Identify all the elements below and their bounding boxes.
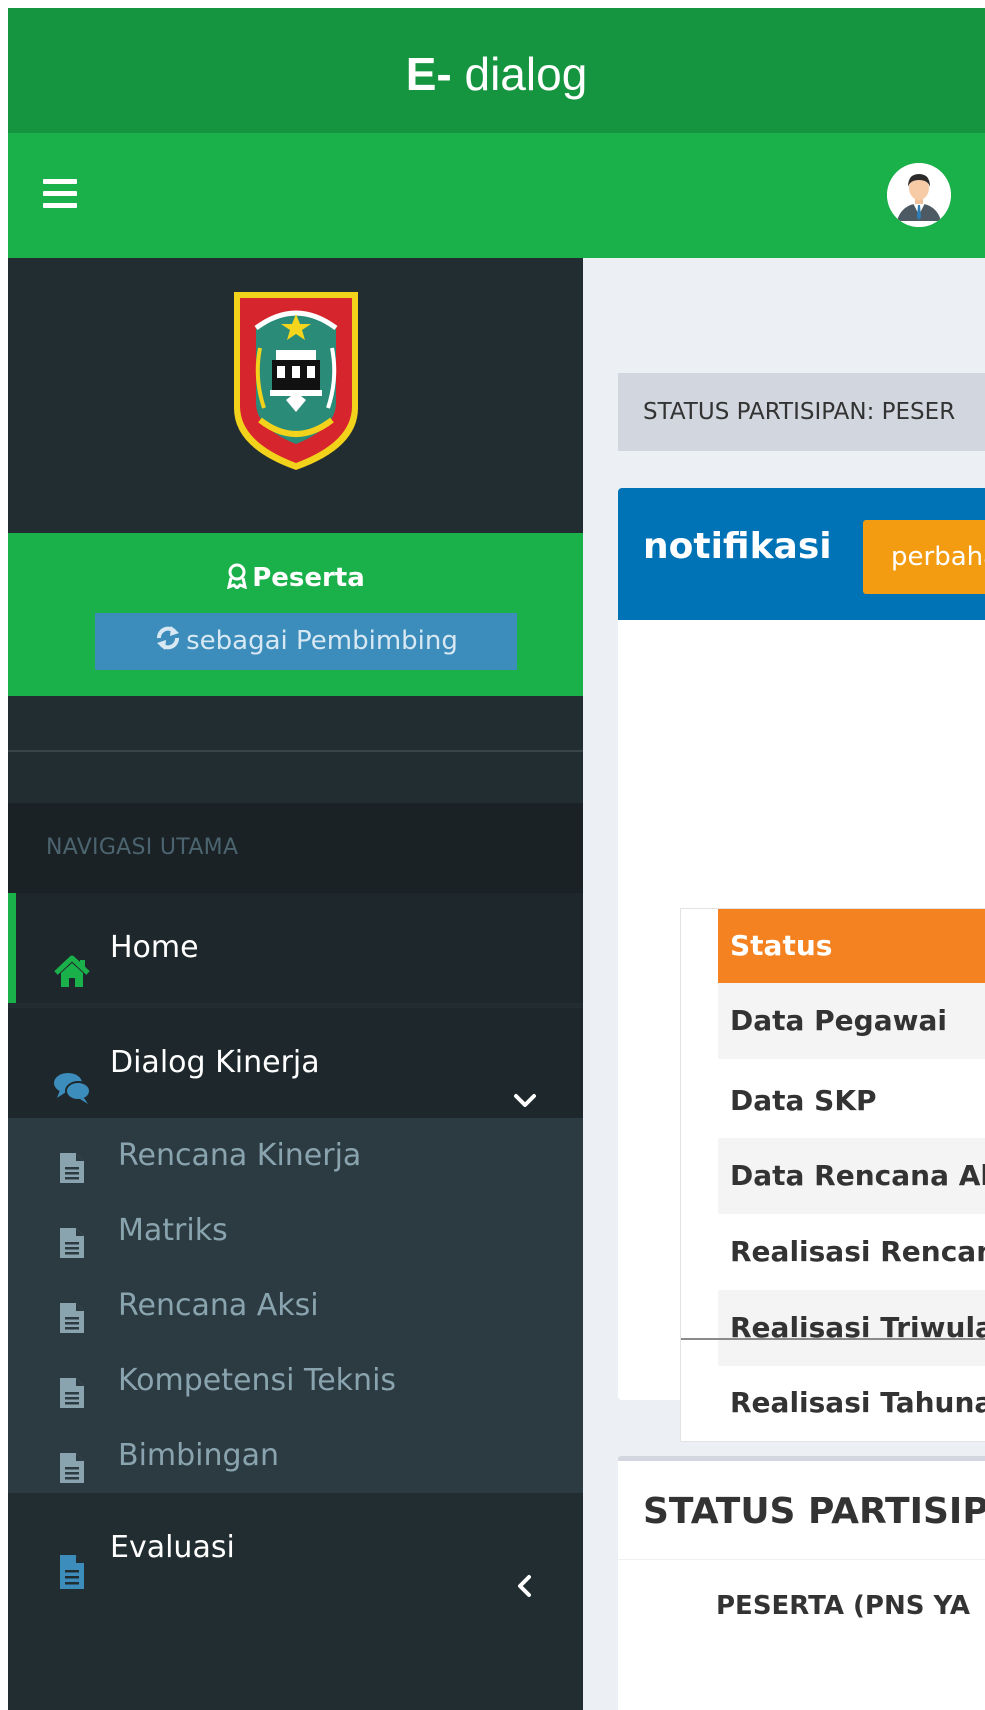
file-text-icon bbox=[58, 1213, 86, 1258]
top-navbar bbox=[8, 133, 985, 258]
table-row: Data SKP bbox=[730, 1084, 877, 1117]
table-row: Realisasi Tahuna bbox=[730, 1386, 985, 1419]
submenu-item-label: Bimbingan bbox=[118, 1438, 279, 1473]
submenu-item-label: Rencana Kinerja bbox=[118, 1138, 362, 1173]
submenu-item-label: Kompetensi Teknis bbox=[118, 1363, 397, 1398]
certificate-icon bbox=[226, 563, 248, 596]
nav-header: NAVIGASI UTAMA bbox=[8, 803, 583, 893]
app-title-bold: E- bbox=[405, 48, 452, 100]
sidebar-item-home[interactable]: Home bbox=[8, 893, 583, 1003]
user-avatar-icon[interactable] bbox=[887, 163, 951, 227]
status-partisipan-box: STATUS PARTISIPA PESERTA (PNS YA bbox=[618, 1456, 985, 1710]
sidebar: Peserta sebagai Pembimbing NAVIGASI UTAM… bbox=[8, 258, 583, 1710]
sidebar-item-evaluasi-label: Evaluasi bbox=[110, 1530, 235, 1565]
table-row: Realisasi Rencan bbox=[730, 1235, 985, 1268]
submenu-item-kompetensi-teknis[interactable]: Kompetensi Teknis bbox=[8, 1343, 583, 1418]
status-partisipan-subtitle: PESERTA (PNS YA bbox=[716, 1591, 970, 1621]
section-divider bbox=[681, 1338, 985, 1340]
status-partisipan-title: STATUS PARTISIPA bbox=[643, 1491, 985, 1532]
file-text-icon bbox=[58, 1438, 86, 1483]
submenu-item-label: Rencana Aksi bbox=[118, 1288, 319, 1323]
chevron-down-icon[interactable] bbox=[512, 1050, 538, 1107]
sidebar-item-dialog-kinerja[interactable]: Dialog Kinerja bbox=[8, 1008, 583, 1118]
notification-box-header: notifikasi perbaha bbox=[618, 488, 985, 620]
user-role: Peserta bbox=[8, 563, 583, 596]
submenu-item-rencana-kinerja[interactable]: Rencana Kinerja bbox=[8, 1118, 583, 1193]
refresh-icon bbox=[154, 616, 182, 673]
status-partisipan-strip: STATUS PARTISIPAN: PESER bbox=[618, 373, 985, 451]
table-row: Data Pegawai bbox=[718, 983, 985, 1059]
sidebar-item-evaluasi[interactable]: Evaluasi bbox=[8, 1493, 583, 1603]
submenu-item-rencana-aksi[interactable]: Rencana Aksi bbox=[8, 1268, 583, 1343]
switch-role-label: sebagai Pembimbing bbox=[186, 626, 458, 656]
sidebar-divider bbox=[8, 750, 583, 752]
logo-area bbox=[8, 258, 583, 533]
sidebar-item-home-label: Home bbox=[110, 930, 199, 965]
dialog-kinerja-submenu: Rencana Kinerja Matriks Rencana Aksi Kom… bbox=[8, 1118, 583, 1493]
chevron-left-icon[interactable] bbox=[512, 1535, 538, 1597]
perbaharui-button[interactable]: perbaha bbox=[863, 520, 985, 594]
app-frame: E- dialog Peserta sebagai Pembimbing NAV… bbox=[8, 8, 985, 1710]
hamburger-icon[interactable] bbox=[43, 179, 77, 209]
file-text-icon bbox=[58, 1138, 86, 1183]
submenu-item-bimbingan[interactable]: Bimbingan bbox=[8, 1418, 583, 1493]
user-role-label: Peserta bbox=[252, 563, 365, 593]
main-content: STATUS PARTISIPAN: PESER notifikasi perb… bbox=[583, 258, 985, 1710]
notification-title: notifikasi bbox=[643, 526, 832, 567]
user-panel: Peserta sebagai Pembimbing bbox=[8, 533, 583, 696]
home-icon bbox=[52, 928, 92, 987]
file-icon bbox=[52, 1528, 92, 1589]
sidebar-spacer bbox=[8, 696, 583, 751]
submenu-item-label: Matriks bbox=[118, 1213, 228, 1248]
sidebar-item-dialog-kinerja-label: Dialog Kinerja bbox=[110, 1045, 320, 1080]
file-text-icon bbox=[58, 1363, 86, 1408]
brand-bar: E- dialog bbox=[8, 8, 985, 133]
app-title-light: dialog bbox=[451, 48, 588, 100]
comments-icon bbox=[52, 1043, 92, 1104]
submenu-item-matriks[interactable]: Matriks bbox=[8, 1193, 583, 1268]
regional-emblem-logo bbox=[230, 288, 362, 473]
file-text-icon bbox=[58, 1288, 86, 1333]
table-row: Realisasi Triwula bbox=[718, 1290, 985, 1366]
table-row: Data Rencana Ak bbox=[718, 1138, 985, 1214]
table-header-status: Status bbox=[718, 909, 985, 983]
app-title[interactable]: E- dialog bbox=[8, 44, 985, 104]
switch-role-button[interactable]: sebagai Pembimbing bbox=[95, 613, 517, 670]
status-box-separator bbox=[618, 1559, 985, 1560]
